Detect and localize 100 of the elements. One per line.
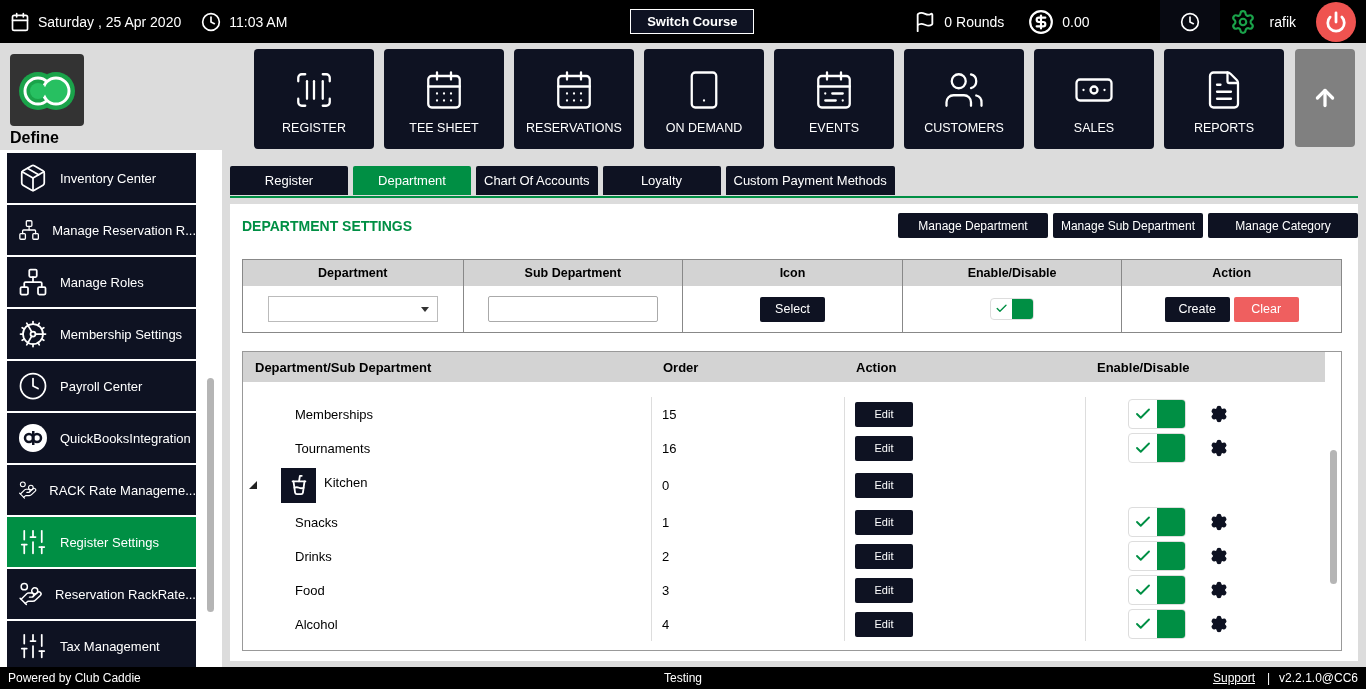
expanded-caret-icon[interactable] — [249, 481, 257, 489]
clock-icon[interactable] — [1179, 11, 1200, 32]
settings-icon[interactable] — [1210, 547, 1228, 565]
manage-button[interactable]: Manage Category — [1208, 213, 1358, 238]
department-name: Kitchen — [324, 474, 368, 490]
balance-text: 0.00 — [1062, 13, 1090, 30]
order-number: 0 — [662, 477, 670, 493]
sidebar-item[interactable]: Payroll Center — [7, 361, 196, 411]
settings-icon[interactable] — [1210, 513, 1228, 531]
logo-icon — [10, 54, 84, 126]
column-header: Sub Department — [462, 260, 683, 286]
order-number: 3 — [662, 582, 670, 598]
toggle-switch[interactable] — [1128, 575, 1186, 605]
logo-label: Define — [10, 129, 59, 147]
caret-icon — [420, 306, 429, 312]
sliders-icon — [18, 527, 48, 557]
circle-logo-icon — [18, 423, 48, 453]
nav-button[interactable]: REGISTER — [254, 49, 374, 149]
column-header: Enable/Disable — [901, 260, 1122, 286]
tab[interactable]: Register — [230, 166, 348, 195]
toggle-switch[interactable] — [1128, 609, 1186, 639]
select-button[interactable]: Select — [760, 296, 825, 322]
clock-icon — [201, 11, 222, 32]
time-text: 11:03 AM — [229, 13, 288, 30]
tab[interactable]: Chart Of Accounts — [476, 166, 598, 195]
date-text: Saturday , 25 Apr 2020 — [38, 13, 182, 30]
toggle-switch[interactable] — [1128, 541, 1186, 571]
sidebar-item[interactable]: QuickBooksIntegration — [7, 413, 196, 463]
power-icon — [1325, 10, 1347, 33]
tab[interactable]: Loyalty — [602, 166, 721, 195]
department-name: Drinks — [295, 548, 332, 564]
order-number: 4 — [662, 616, 670, 632]
settings-icon[interactable] — [1210, 405, 1228, 423]
toggle-switch[interactable] — [990, 298, 1035, 320]
settings-icon[interactable] — [1229, 8, 1256, 35]
edit-button[interactable]: Edit — [855, 611, 913, 637]
sidebar-item[interactable]: Manage Roles — [7, 257, 196, 307]
power-button[interactable] — [1316, 1, 1356, 42]
nav-button[interactable]: TEE SHEET — [384, 49, 504, 149]
tab[interactable]: Custom Payment Methods — [725, 166, 895, 195]
nav-button[interactable]: REPORTS — [1164, 49, 1284, 149]
edit-button[interactable]: Edit — [855, 401, 913, 427]
manage-button[interactable]: Manage Sub Department — [1053, 213, 1203, 238]
settings-icon[interactable] — [1210, 615, 1228, 633]
manage-button[interactable]: Manage Department — [898, 213, 1048, 238]
switch-course-button[interactable]: Switch Course — [630, 9, 755, 34]
support-link[interactable]: Support — [1212, 671, 1255, 685]
scroll-up-button[interactable] — [1295, 49, 1355, 147]
scrollbar[interactable] — [1330, 450, 1337, 584]
column-header: Enable/Disable — [1096, 358, 1191, 377]
section-title: DEPARTMENT SETTINGS — [242, 217, 413, 234]
edit-button[interactable]: Edit — [855, 577, 913, 603]
user-name: rafik — [1269, 13, 1296, 30]
nav-button[interactable]: ON DEMAND — [644, 49, 764, 149]
gear-icon — [18, 319, 48, 349]
sidebar-item[interactable]: Reservation RackRate... — [7, 569, 196, 619]
nav-button[interactable]: CUSTOMERS — [904, 49, 1024, 149]
department-name: Snacks — [295, 514, 338, 530]
edit-button[interactable]: Edit — [855, 435, 913, 461]
sidebar-item[interactable]: RACK Rate Manageme... — [7, 465, 196, 515]
nav-button[interactable]: RESERVATIONS — [514, 49, 634, 149]
toggle-switch[interactable] — [1128, 399, 1186, 429]
column-header: Order — [662, 358, 700, 377]
column-header: Department/Sub Department — [254, 358, 433, 377]
column-header: Action — [855, 358, 898, 377]
column-header: Department — [243, 260, 463, 286]
version-text: v2.2.1.0@CC6 — [1279, 671, 1358, 685]
create-button[interactable]: Create — [1164, 296, 1230, 322]
sidebar-item[interactable]: Tax Management — [7, 621, 196, 667]
org-chart-icon — [18, 267, 48, 297]
dollar-icon — [1028, 8, 1055, 35]
nav-button[interactable]: SALES — [1034, 49, 1154, 149]
column-header: Action — [1121, 260, 1341, 286]
cup-icon — [281, 467, 316, 503]
sidebar-item[interactable]: Inventory Center — [7, 153, 196, 203]
separator-text: | — [1267, 671, 1271, 685]
tab[interactable]: Department — [353, 166, 471, 195]
column-header: Icon — [682, 260, 902, 286]
clock-icon — [18, 371, 48, 401]
toggle-switch[interactable] — [1128, 433, 1186, 463]
box-icon — [18, 163, 48, 193]
order-number: 1 — [662, 514, 670, 530]
order-number: 15 — [662, 406, 677, 422]
sidebar-item[interactable]: Manage Reservation R... — [7, 205, 196, 255]
rounds-text: 0 Rounds — [944, 13, 1005, 30]
edit-button[interactable]: Edit — [855, 543, 913, 569]
settings-icon[interactable] — [1210, 581, 1228, 599]
department-name: Tournaments — [295, 440, 371, 456]
department-name: Food — [295, 582, 325, 598]
department-name: Memberships — [295, 406, 374, 422]
nav-button[interactable]: EVENTS — [774, 49, 894, 149]
edit-button[interactable]: Edit — [855, 472, 913, 498]
settings-icon[interactable] — [1210, 439, 1228, 457]
scrollbar[interactable] — [207, 378, 214, 612]
sliders-icon — [18, 631, 48, 661]
sidebar-item[interactable]: Register Settings — [7, 517, 196, 567]
sub-department-field[interactable] — [487, 296, 658, 322]
edit-button[interactable]: Edit — [855, 509, 913, 535]
toggle-switch[interactable] — [1128, 507, 1186, 537]
sidebar-item[interactable]: Membership Settings — [7, 309, 196, 359]
